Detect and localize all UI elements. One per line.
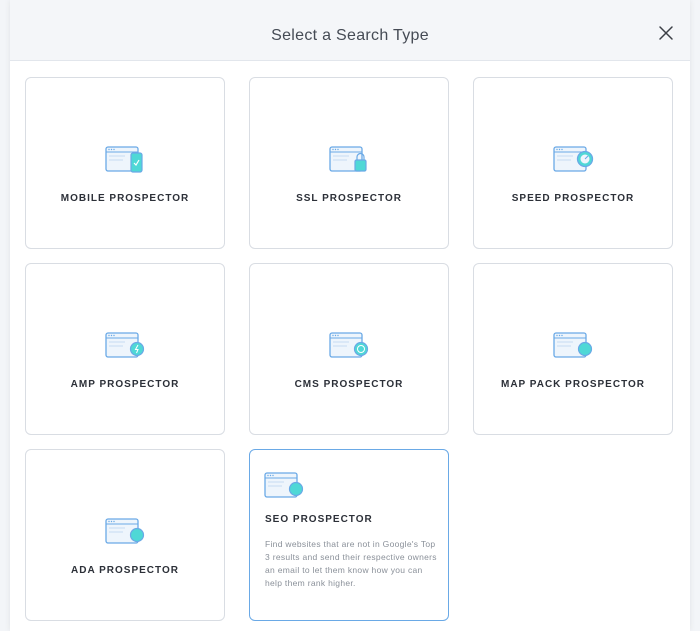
modal-header: Select a Search Type xyxy=(10,0,690,61)
card-label: CMS PROSPECTOR xyxy=(294,379,404,390)
card-amp-prospector[interactable]: AMP PROSPECTOR xyxy=(25,263,225,435)
card-label: MOBILE PROSPECTOR xyxy=(60,193,190,204)
modal-title: Select a Search Type xyxy=(271,27,429,44)
map-browser-icon xyxy=(553,332,593,358)
mobile-browser-icon xyxy=(105,146,143,173)
card-label: ADA PROSPECTOR xyxy=(71,565,179,576)
backdrop-left xyxy=(0,0,10,631)
close-icon xyxy=(659,26,673,40)
card-ada-prospector[interactable]: ADA PROSPECTOR xyxy=(25,449,225,621)
card-cms-prospector[interactable]: CMS PROSPECTOR xyxy=(249,263,449,435)
ada-browser-icon xyxy=(105,518,145,544)
seo-browser-icon xyxy=(264,472,304,498)
card-label: SSL PROSPECTOR xyxy=(296,193,402,204)
card-map-pack-prospector[interactable]: MAP PACK PROSPECTOR xyxy=(473,263,673,435)
card-label: SEO PROSPECTOR xyxy=(265,514,373,525)
close-button[interactable] xyxy=(657,24,675,42)
card-label: MAP PACK PROSPECTOR xyxy=(500,379,646,390)
card-description: Find websites that are not in Google's T… xyxy=(265,539,437,588)
card-label: SPEED PROSPECTOR xyxy=(511,193,635,204)
cms-browser-icon xyxy=(329,332,369,358)
search-type-modal: Select a Search Type MOBILE PROSPECTOR S… xyxy=(10,0,690,631)
card-ssl-prospector[interactable]: SSL PROSPECTOR xyxy=(249,77,449,249)
amp-browser-icon xyxy=(105,332,145,358)
card-label: AMP PROSPECTOR xyxy=(70,379,180,390)
backdrop-right xyxy=(690,0,700,631)
card-mobile-prospector[interactable]: MOBILE PROSPECTOR xyxy=(25,77,225,249)
speed-browser-icon xyxy=(553,146,594,172)
lock-browser-icon xyxy=(329,146,367,172)
card-seo-prospector[interactable]: SEO PROSPECTOR Find websites that are no… xyxy=(249,449,449,621)
card-speed-prospector[interactable]: SPEED PROSPECTOR xyxy=(473,77,673,249)
